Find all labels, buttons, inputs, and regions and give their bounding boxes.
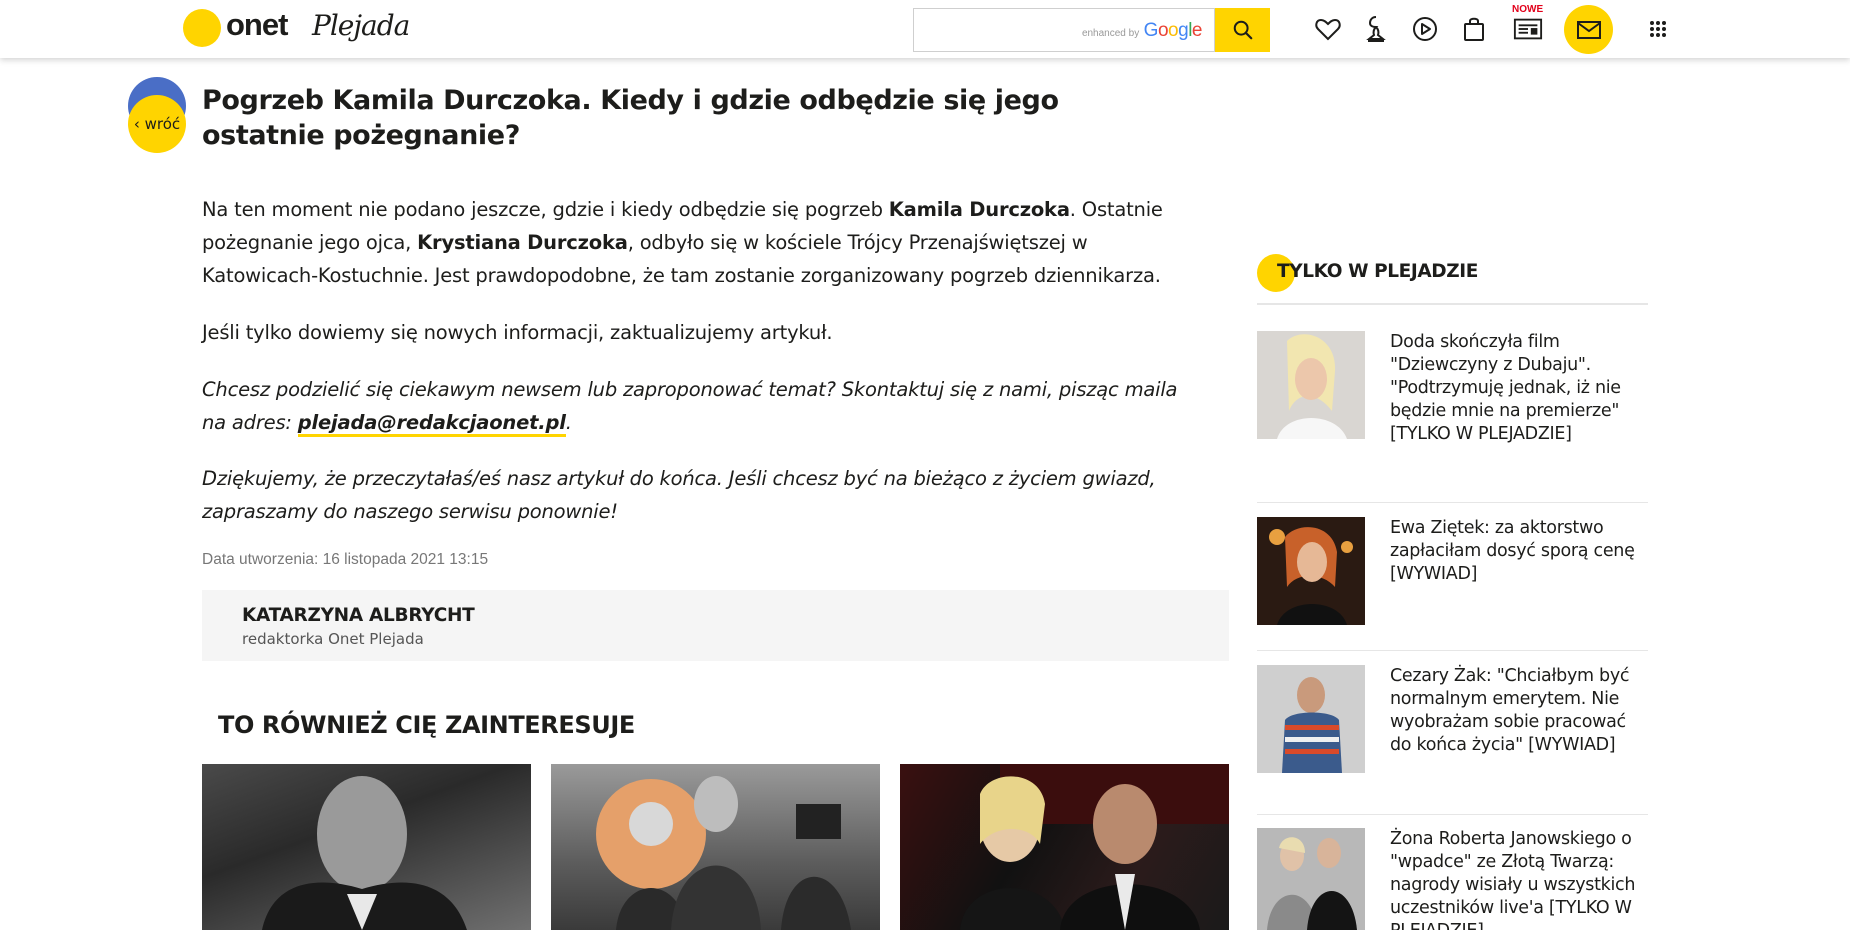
top-navigation-bar: onet Plejada enhanced by Google NOWE — [0, 0, 1850, 58]
shopping-bag-icon — [1464, 17, 1484, 41]
article-paragraph-2: Jeśli tylko dowiemy się nowych informacj… — [202, 321, 833, 344]
news-button[interactable] — [1513, 14, 1543, 44]
author-name[interactable]: KATARZYNA ALBRYCHT — [242, 605, 475, 626]
article-paragraph-1: Na ten moment nie podano jeszcze, gdzie … — [202, 193, 1202, 292]
play-icon — [1413, 17, 1437, 41]
google-branding: enhanced by Google — [1081, 20, 1203, 42]
article-title: Pogrzeb Kamila Durczoka. Kiedy i gdzie o… — [202, 85, 1059, 151]
search-button[interactable] — [1215, 8, 1270, 52]
email-link[interactable]: plejada@redakcjaonet.pl — [297, 411, 566, 437]
related-article-image-2[interactable] — [551, 764, 880, 930]
mail-icon — [1576, 20, 1601, 39]
divider — [1257, 650, 1648, 651]
bold-name: Krystiana Durczoka — [417, 231, 628, 254]
horoscope-icon — [1366, 16, 1386, 42]
back-button-label[interactable]: ‹ wróć — [128, 95, 186, 153]
sidebar-article-title[interactable]: Żona Roberta Janowskiego o "wpadce" ze Z… — [1390, 828, 1648, 930]
crowd-photo — [596, 776, 851, 930]
couple-photo — [960, 764, 1229, 930]
enhanced-by-label: enhanced by — [1081, 28, 1140, 39]
text-segment: Na ten moment nie podano jeszcze, gdzie … — [202, 198, 889, 221]
sidebar-thumbnail[interactable] — [1257, 665, 1365, 773]
article-paragraph-contact: Chcesz podzielić się ciekawym newsem lub… — [202, 373, 1202, 439]
apps-button[interactable] — [1643, 14, 1673, 44]
bold-name: Kamila Durczoka — [888, 198, 1070, 221]
shopping-button[interactable] — [1459, 14, 1489, 44]
onet-logo-dot[interactable] — [183, 9, 221, 47]
favorites-button[interactable] — [1313, 14, 1343, 44]
text-segment: . — [565, 411, 572, 434]
sidebar-article-title[interactable]: Cezary Żak: "Chciałbym być normalnym eme… — [1390, 665, 1648, 757]
horoscope-button[interactable] — [1361, 14, 1391, 44]
portrait-photo — [262, 776, 467, 930]
plejada-logo[interactable]: Plejada — [312, 9, 410, 42]
related-article-image-1[interactable] — [202, 764, 531, 930]
sidebar-thumbnail[interactable] — [1257, 517, 1365, 625]
related-section-title: TO RÓWNIEŻ CIĘ ZAINTERESUJE — [218, 711, 635, 739]
google-wordmark: Google — [1143, 20, 1203, 41]
apps-grid-icon — [1650, 21, 1666, 37]
divider — [1257, 814, 1648, 815]
mail-button[interactable] — [1564, 5, 1613, 54]
article-paragraph-thanks: Dziękujemy, że przeczytałaś/eś nasz arty… — [202, 467, 1156, 523]
author-role: redaktorka Onet Plejada — [242, 630, 424, 648]
onet-logo[interactable]: onet — [226, 7, 288, 43]
sidebar-thumbnail[interactable] — [1257, 828, 1365, 930]
search-input[interactable]: enhanced by Google — [913, 8, 1215, 52]
divider — [1257, 502, 1648, 503]
divider — [1257, 303, 1648, 305]
newspaper-icon — [1513, 18, 1543, 40]
back-button[interactable]: ‹ wróć — [128, 77, 186, 153]
related-article-image-3[interactable] — [900, 764, 1229, 930]
video-button[interactable] — [1410, 14, 1440, 44]
search-icon — [1233, 20, 1252, 40]
sidebar-article-title[interactable]: Ewa Ziętek: za aktorstwo zapłaciłam dosy… — [1390, 517, 1648, 586]
author-box: KATARZYNA ALBRYCHT redaktorka Onet Pleja… — [202, 590, 1229, 661]
creation-date: Data utworzenia: 16 listopada 2021 13:15 — [202, 551, 489, 568]
sidebar-thumbnail[interactable] — [1257, 331, 1365, 439]
heart-icon — [1315, 18, 1341, 41]
sidebar-article-title[interactable]: Doda skończyła film "Dziewczyny z Dubaju… — [1390, 331, 1648, 446]
sidebar-heading: TYLKO W PLEJADZIE — [1277, 261, 1478, 282]
